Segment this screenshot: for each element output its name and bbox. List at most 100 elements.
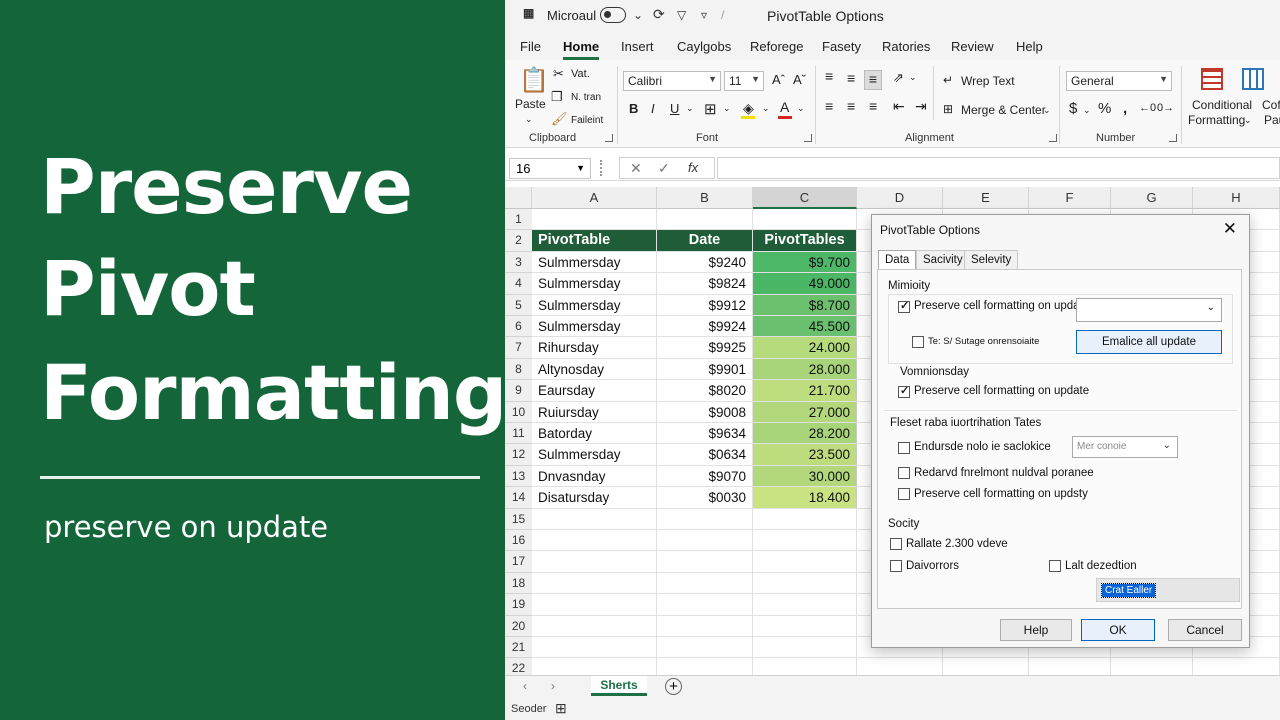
- tab-reforege[interactable]: Reforege: [750, 39, 803, 54]
- format-as-table-line1[interactable]: Cofala: [1262, 98, 1280, 112]
- chevron-down-icon[interactable]: ⌄: [633, 8, 643, 22]
- grid-cell[interactable]: [657, 508, 753, 530]
- preserve-formatting-checkbox[interactable]: [898, 299, 910, 313]
- bold-icon[interactable]: B: [629, 101, 638, 116]
- insert-function-icon[interactable]: fx: [688, 160, 698, 175]
- align-middle-icon[interactable]: ≡: [847, 70, 855, 86]
- percent-icon[interactable]: %: [1098, 100, 1111, 117]
- align-top-icon[interactable]: ≡: [825, 68, 833, 84]
- font-size-combo[interactable]: 11 ▼: [724, 71, 764, 91]
- grid-cell[interactable]: [657, 209, 753, 231]
- orientation-dropdown-icon[interactable]: ⌄: [909, 72, 917, 83]
- borders-icon[interactable]: ⊞: [704, 100, 717, 118]
- column-header-h[interactable]: H: [1193, 187, 1280, 209]
- table-cell-name[interactable]: Sulmmersday: [532, 251, 657, 274]
- grid-cell[interactable]: [657, 572, 753, 595]
- enter-icon[interactable]: ✓: [658, 160, 670, 177]
- format-painter-icon[interactable]: 🖌: [551, 111, 568, 127]
- table-cell-name[interactable]: Altynosday: [532, 358, 657, 381]
- paste-dropdown-icon[interactable]: ⌄: [525, 114, 533, 125]
- table-cell-date[interactable]: $9925: [657, 337, 753, 359]
- table-cell-name[interactable]: Batorday: [532, 423, 657, 445]
- grow-font-icon[interactable]: Aˆ: [772, 72, 785, 87]
- italic-icon[interactable]: I: [651, 101, 655, 116]
- table-cell-date[interactable]: $9240: [657, 251, 753, 274]
- flag-icon[interactable]: ▽: [677, 8, 686, 22]
- name-box[interactable]: 16 ▼: [509, 158, 591, 179]
- cancel-button[interactable]: Cancel: [1168, 619, 1242, 641]
- row-header[interactable]: 19: [505, 594, 532, 616]
- sheet-tab-sherts[interactable]: Sherts: [591, 676, 647, 696]
- grid-cell[interactable]: [532, 508, 657, 530]
- grid-cell[interactable]: [657, 530, 753, 552]
- option-7-checkbox[interactable]: [890, 538, 902, 550]
- grid-cell[interactable]: [657, 637, 753, 659]
- table-cell-value[interactable]: 27.000: [753, 401, 857, 423]
- format-as-table-icon[interactable]: [1242, 68, 1264, 90]
- customize-quick-access-icon[interactable]: ▿: [701, 8, 707, 22]
- grid-cell[interactable]: [532, 615, 657, 637]
- cut-icon[interactable]: ✂: [553, 66, 564, 82]
- table-cell-value[interactable]: $9.700: [753, 251, 857, 274]
- tab-review[interactable]: Review: [951, 39, 994, 54]
- decrease-indent-icon[interactable]: ⇤: [893, 98, 905, 115]
- alignment-launcher-icon[interactable]: [1049, 134, 1057, 142]
- table-cell-date[interactable]: $9634: [657, 423, 753, 445]
- column-header-f[interactable]: F: [1029, 187, 1111, 209]
- enable-all-update-button[interactable]: Emalice all update: [1076, 330, 1222, 354]
- merge-center-button[interactable]: Merge & Center: [961, 103, 1046, 117]
- select-all-corner[interactable]: [505, 187, 532, 209]
- grid-cell[interactable]: [532, 594, 657, 616]
- row-header[interactable]: 9: [505, 380, 532, 402]
- row-header[interactable]: 1: [505, 209, 532, 231]
- help-button[interactable]: Help: [1000, 619, 1072, 641]
- redo-icon[interactable]: ⟳: [653, 6, 665, 23]
- table-header-cell[interactable]: Date: [657, 230, 753, 252]
- font-launcher-icon[interactable]: [804, 134, 812, 142]
- table-cell-name[interactable]: Dnvasnday: [532, 465, 657, 488]
- preserve-formatting-checkbox-2[interactable]: [898, 384, 910, 398]
- copy-icon[interactable]: ❐: [551, 89, 563, 105]
- currency-dropdown-icon[interactable]: ⌄: [1083, 105, 1091, 116]
- row-header[interactable]: 11: [505, 423, 532, 445]
- value-field[interactable]: Crat Ealler: [1096, 578, 1240, 602]
- row-header[interactable]: 21: [505, 637, 532, 659]
- table-cell-date[interactable]: $9924: [657, 316, 753, 338]
- table-cell-value[interactable]: 45.500: [753, 316, 857, 338]
- autosave-toggle[interactable]: [600, 7, 626, 23]
- grid-cell[interactable]: [753, 530, 857, 552]
- close-icon[interactable]: ✕: [1223, 219, 1237, 239]
- conditional-formatting-line1[interactable]: Conditional: [1192, 98, 1252, 112]
- tab-ratories[interactable]: Ratories: [882, 39, 930, 54]
- add-sheet-icon[interactable]: +: [665, 678, 682, 695]
- font-name-combo[interactable]: Calibri ▼: [623, 71, 721, 91]
- column-header-g[interactable]: G: [1111, 187, 1193, 209]
- table-cell-value[interactable]: 49.000: [753, 273, 857, 295]
- table-cell-name[interactable]: Disatursday: [532, 487, 657, 509]
- row-header[interactable]: 10: [505, 401, 532, 423]
- table-cell-value[interactable]: 28.200: [753, 423, 857, 445]
- grid-cell[interactable]: [753, 551, 857, 573]
- row-header[interactable]: 14: [505, 487, 532, 509]
- wrap-text-icon[interactable]: ↵: [943, 73, 953, 87]
- column-header-e[interactable]: E: [943, 187, 1029, 209]
- table-cell-date[interactable]: $9824: [657, 273, 753, 295]
- currency-icon[interactable]: $: [1069, 100, 1077, 117]
- grid-cell[interactable]: [657, 594, 753, 616]
- table-cell-date[interactable]: $0030: [657, 487, 753, 509]
- accessibility-icon[interactable]: ⊞: [555, 700, 567, 717]
- paste-icon[interactable]: 📋: [519, 66, 549, 95]
- align-bottom-icon[interactable]: ≡: [864, 70, 882, 90]
- table-cell-date[interactable]: $9901: [657, 358, 753, 381]
- row-header[interactable]: 16: [505, 530, 532, 552]
- tab-insert[interactable]: Insert: [621, 39, 654, 54]
- conditional-formatting-line2[interactable]: Formatting: [1188, 113, 1245, 127]
- number-format-combo[interactable]: General ▼: [1066, 71, 1172, 91]
- number-launcher-icon[interactable]: [1169, 134, 1177, 142]
- row-header[interactable]: 13: [505, 465, 532, 488]
- copy-label[interactable]: N. tran: [571, 92, 601, 103]
- tab-fasety[interactable]: Fasety: [822, 39, 861, 54]
- row-header[interactable]: 2: [505, 230, 532, 252]
- column-header-a[interactable]: A: [532, 187, 657, 209]
- table-header-cell[interactable]: PivotTable: [532, 230, 657, 252]
